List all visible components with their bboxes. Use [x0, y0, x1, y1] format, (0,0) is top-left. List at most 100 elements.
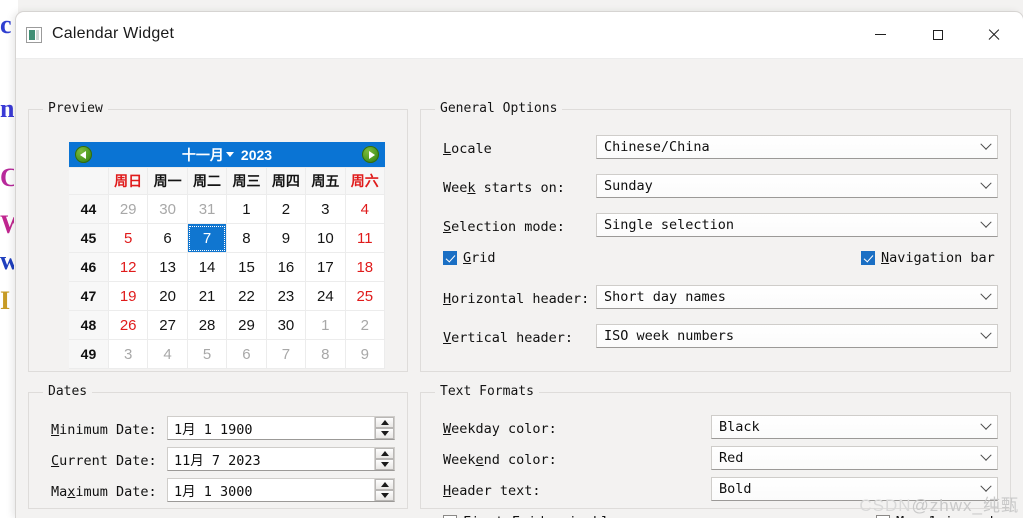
calendar-day-cell[interactable]: 29: [107, 194, 149, 224]
calendar-day-cell[interactable]: 2: [265, 194, 307, 224]
calendar-day-cell[interactable]: 27: [147, 310, 188, 340]
calendar-day-cell[interactable]: 30: [265, 310, 307, 340]
horizontal-header-combobox[interactable]: Short day names: [596, 285, 998, 309]
vertical-header-value: ISO week numbers: [604, 328, 735, 344]
locale-combobox[interactable]: Chinese/China: [596, 135, 998, 159]
calendar-day-cell[interactable]: 4: [147, 339, 188, 369]
calendar-day-cell[interactable]: 16: [265, 252, 307, 282]
preview-group: Preview 十一月 2023 周日 周一 周二 周三 周四 周五 周六 44…: [28, 101, 408, 372]
calendar-day-cell[interactable]: 21: [186, 281, 228, 311]
calendar-day-cell[interactable]: 25: [344, 281, 386, 311]
navigation-bar-checkbox[interactable]: Navigation bar: [861, 250, 995, 266]
calendar-day-cell[interactable]: 13: [147, 252, 188, 282]
calendar-day-cell[interactable]: 6: [147, 223, 188, 253]
calendar-day-cell[interactable]: 9: [344, 339, 386, 369]
calendar-day-cell[interactable]: 8: [305, 339, 346, 369]
maximize-button[interactable]: [915, 12, 961, 57]
watermark: CSDN@zhwx_纯甄: [859, 491, 1019, 516]
calendar-widget[interactable]: 十一月 2023 周日 周一 周二 周三 周四 周五 周六 44 29 30 3…: [69, 142, 386, 369]
calendar-day-cell[interactable]: 17: [305, 252, 346, 282]
checkbox-checked-icon: [861, 251, 875, 265]
calendar-day-cell[interactable]: 23: [265, 281, 307, 311]
watermark-part1: CSDN: [859, 496, 912, 515]
current-date-stepper[interactable]: [374, 448, 394, 470]
stepper-down-icon[interactable]: [375, 490, 394, 501]
bg-letter: I: [0, 288, 11, 314]
stepper-up-icon[interactable]: [375, 448, 394, 459]
calendar-day-cell[interactable]: 4: [344, 194, 386, 224]
stepper-down-icon[interactable]: [375, 428, 394, 439]
calendar-day-cell[interactable]: 11: [344, 223, 386, 253]
calendar-day-cell[interactable]: 12: [107, 252, 149, 282]
header-text-label: Header text:: [443, 483, 541, 499]
first-friday-checkbox[interactable]: First Friday in blue: [443, 514, 626, 518]
calendar-day-cell[interactable]: 3: [305, 194, 346, 224]
horizontal-header-label: Horizontal header:: [443, 291, 590, 307]
chevron-down-icon[interactable]: [225, 152, 234, 157]
calendar-day-cell[interactable]: 5: [186, 339, 228, 369]
calendar-day-cell[interactable]: 31: [186, 194, 228, 224]
next-month-arrow-icon[interactable]: [362, 146, 379, 163]
maximum-date-label: Maximum Date:: [51, 484, 157, 500]
calendar-day-cell[interactable]: 2: [344, 310, 386, 340]
weekday-color-combobox[interactable]: Black: [711, 415, 998, 439]
calendar-day-cell[interactable]: 18: [344, 252, 386, 282]
navigation-bar-checkbox-label: Navigation bar: [881, 250, 995, 266]
selection-mode-combobox[interactable]: Single selection: [596, 213, 998, 237]
calendar-day-header: 周六: [344, 167, 386, 195]
calendar-day-cell[interactable]: 7: [265, 339, 307, 369]
calendar-day-cell[interactable]: 30: [147, 194, 188, 224]
calendar-day-cell-selected[interactable]: 7: [186, 223, 228, 253]
weekend-color-combobox[interactable]: Red: [711, 446, 998, 470]
grid-checkbox[interactable]: Grid: [443, 250, 496, 266]
calendar-day-cell[interactable]: 6: [226, 339, 267, 369]
minimum-date-value: 1月 1 1900: [174, 422, 253, 438]
dates-group-title: Dates: [43, 384, 93, 399]
maximum-date-value: 1月 1 3000: [174, 484, 253, 500]
calendar-day-cell[interactable]: 1: [226, 194, 267, 224]
calendar-day-cell[interactable]: 8: [226, 223, 267, 253]
calendar-day-cell[interactable]: 5: [107, 223, 149, 253]
window-title: Calendar Widget: [52, 25, 175, 42]
stepper-down-icon[interactable]: [375, 459, 394, 470]
calendar-day-header: 周日: [107, 167, 149, 195]
calendar-week-row: 46 12 13 14 15 16 17 18: [69, 252, 386, 282]
calendar-day-cell[interactable]: 10: [305, 223, 346, 253]
maximum-date-spinbox[interactable]: 1月 1 3000: [167, 478, 395, 502]
calendar-day-cell[interactable]: 14: [186, 252, 228, 282]
chevron-down-icon: [975, 182, 997, 190]
chevron-down-icon: [975, 423, 997, 431]
calendar-day-cell[interactable]: 15: [226, 252, 267, 282]
calendar-month-label[interactable]: 十一月: [182, 145, 224, 165]
calendar-day-cell[interactable]: 26: [107, 310, 149, 340]
maximum-date-stepper[interactable]: [374, 479, 394, 501]
week-starts-combobox[interactable]: Sunday: [596, 174, 998, 198]
calendar-day-cell[interactable]: 24: [305, 281, 346, 311]
calendar-day-cell[interactable]: 9: [265, 223, 307, 253]
calendar-year-label[interactable]: 2023: [241, 147, 272, 163]
calendar-day-cell[interactable]: 22: [226, 281, 267, 311]
stepper-up-icon[interactable]: [375, 417, 394, 428]
calendar-week-row: 45 5 6 7 8 9 10 11: [69, 223, 386, 253]
calendar-day-cell[interactable]: 28: [186, 310, 228, 340]
calendar-day-cell[interactable]: 3: [107, 339, 149, 369]
minimize-button[interactable]: [857, 12, 903, 57]
calendar-day-cell[interactable]: 29: [226, 310, 267, 340]
bg-letter: C: [0, 165, 14, 191]
minimum-date-spinbox[interactable]: 1月 1 1900: [167, 416, 395, 440]
current-date-label: Current Date:: [51, 453, 157, 469]
close-button[interactable]: [971, 12, 1017, 57]
minimum-date-stepper[interactable]: [374, 417, 394, 439]
calendar-week-corner: [69, 167, 109, 195]
vertical-header-combobox[interactable]: ISO week numbers: [596, 324, 998, 348]
week-starts-value: Sunday: [604, 178, 653, 194]
stepper-up-icon[interactable]: [375, 479, 394, 490]
previous-month-arrow-icon[interactable]: [75, 146, 92, 163]
maximize-icon: [933, 29, 943, 40]
text-formats-group-title: Text Formats: [435, 384, 539, 399]
calendar-day-cell[interactable]: 20: [147, 281, 188, 311]
general-options-group-title: General Options: [435, 101, 563, 116]
calendar-day-cell[interactable]: 19: [107, 281, 149, 311]
current-date-spinbox[interactable]: 11月 7 2023: [167, 447, 395, 471]
calendar-day-cell[interactable]: 1: [305, 310, 346, 340]
